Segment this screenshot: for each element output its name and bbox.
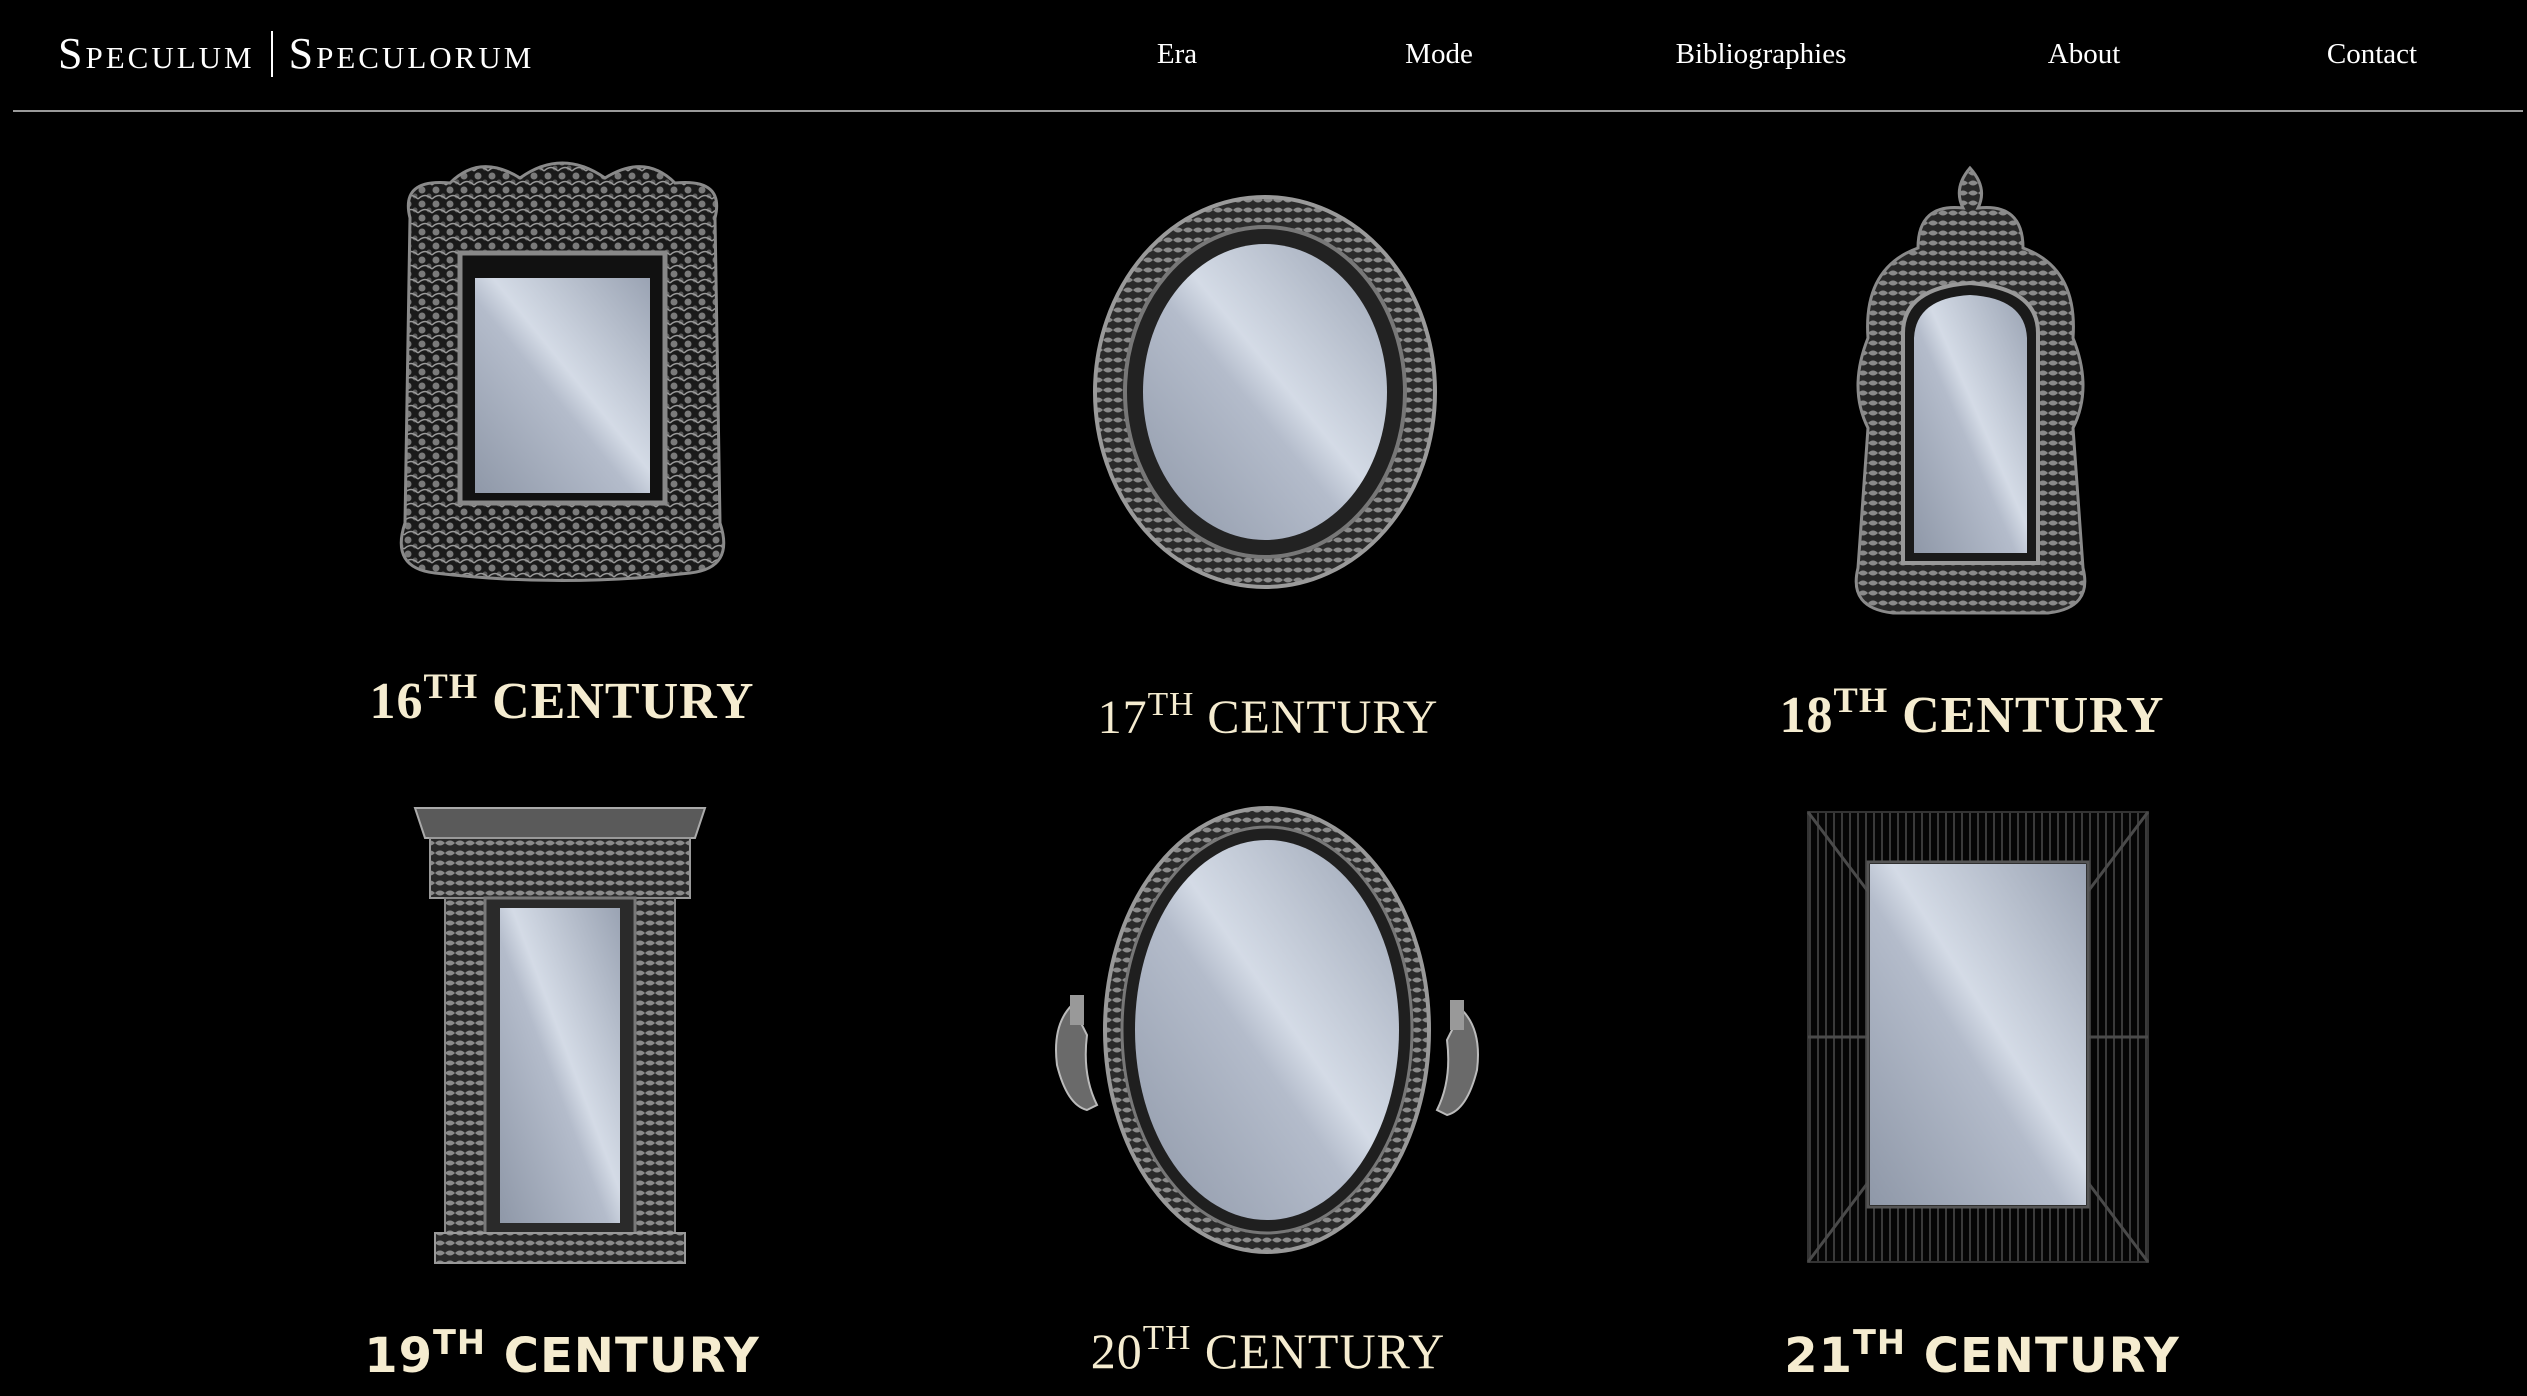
era-caption-18th[interactable]: 18TH CENTURY (1780, 680, 2165, 745)
nav-bibliographies[interactable]: Bibliographies (1676, 38, 1847, 71)
era-caption-16th[interactable]: 16TH CENTURY (370, 666, 755, 731)
main-nav: Era Mode Bibliographies About Contact (0, 38, 2527, 78)
nav-contact[interactable]: Contact (2327, 38, 2417, 71)
sunburst-rectangular-mirror-image[interactable] (1806, 811, 2150, 1263)
site-header: Speculum Speculorum Era Mode Bibliographi… (0, 0, 2527, 112)
era-caption-19th[interactable]: 19TH CENTURY (364, 1323, 760, 1384)
era-caption-20th[interactable]: 20TH CENTURY (1091, 1318, 1446, 1380)
nav-mode[interactable]: Mode (1405, 38, 1473, 71)
pier-column-mirror-image[interactable] (413, 807, 707, 1264)
oval-carved-mirror-image[interactable] (1093, 195, 1438, 590)
nav-about[interactable]: About (2048, 38, 2121, 71)
ornate-baroque-mirror-image[interactable] (390, 158, 735, 583)
rococo-arched-mirror-image[interactable] (1848, 165, 2093, 618)
era-caption-21st[interactable]: 21TH CENTURY (1784, 1323, 2180, 1384)
era-caption-17th[interactable]: 17TH CENTURY (1098, 686, 1439, 745)
nav-era[interactable]: Era (1157, 38, 1197, 71)
header-divider (13, 110, 2523, 112)
oval-mirror-with-sconces-image[interactable] (1042, 805, 1492, 1255)
